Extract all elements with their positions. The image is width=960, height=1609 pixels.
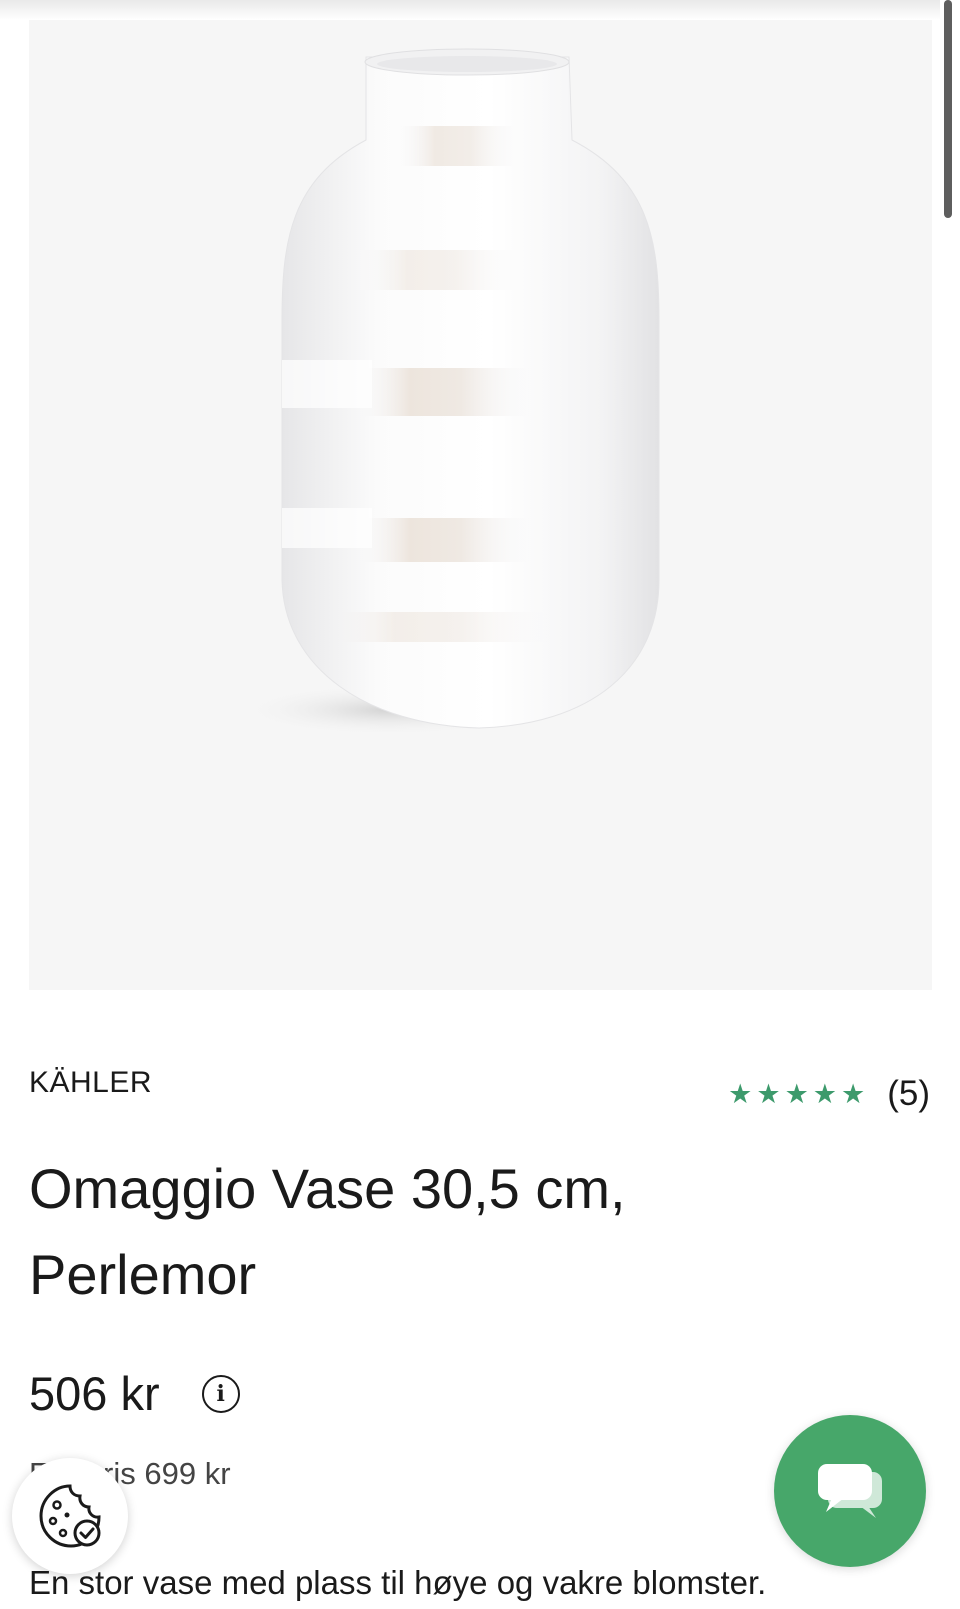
chat-icon (818, 1464, 882, 1518)
info-icon[interactable]: i (201, 1374, 240, 1413)
product-page: KÄHLER ★ ★ ★ ★ ★ (5) Omaggio Vase 30,5 c… (0, 0, 960, 1609)
rating-summary[interactable]: ★ ★ ★ ★ ★ (5) (728, 1074, 930, 1114)
rating-count[interactable]: (5) (887, 1074, 930, 1114)
header-shadow (0, 0, 940, 20)
product-title: Omaggio Vase 30,5 cm, Perlemor (29, 1157, 626, 1306)
star-icon: ★ (784, 1078, 809, 1109)
brand-name[interactable]: KÄHLER (29, 1066, 152, 1100)
star-icon: ★ (756, 1078, 781, 1109)
star-icon: ★ (728, 1078, 753, 1109)
cookie-settings-button[interactable] (12, 1458, 128, 1574)
price-row: 506 kr i (29, 1366, 240, 1421)
price: 506 kr (29, 1367, 160, 1420)
product-description: En stor vase med plass til høye og vakre… (29, 1564, 767, 1601)
star-icon: ★ (841, 1078, 866, 1109)
vase-image (239, 48, 660, 736)
product-image[interactable] (29, 20, 932, 990)
rating-stars: ★ ★ ★ ★ ★ (728, 1078, 866, 1109)
cookie-icon (39, 1484, 101, 1548)
scrollbar-thumb[interactable] (944, 0, 952, 218)
chat-button[interactable] (774, 1415, 926, 1567)
star-icon: ★ (812, 1078, 837, 1109)
